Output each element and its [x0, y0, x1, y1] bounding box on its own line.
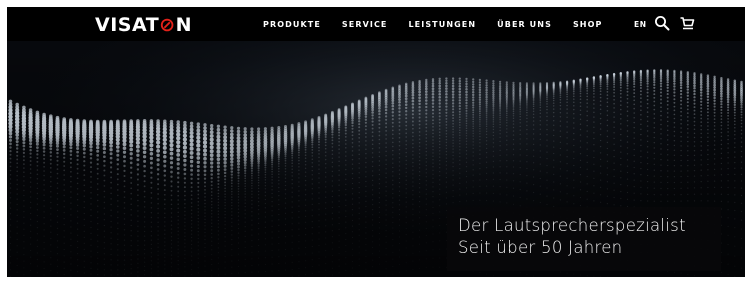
- top-navbar: VISAT ⊘ N PRODUKTE SERVICE LEISTUNGEN ÜB…: [7, 7, 745, 41]
- search-icon: [655, 16, 670, 31]
- cart-icon: [680, 17, 695, 30]
- visaton-logo[interactable]: VISAT ⊘ N: [95, 13, 192, 37]
- logo-text-prefix: VISAT: [95, 13, 160, 36]
- search-button[interactable]: [654, 15, 670, 31]
- hero-caption: Der Lautsprecherspezialist Seit über 50 …: [447, 207, 721, 271]
- page-frame: VISAT ⊘ N PRODUKTE SERVICE LEISTUNGEN ÜB…: [7, 7, 745, 277]
- logo-mark: ⊘: [159, 13, 176, 36]
- nav-item-produkte[interactable]: PRODUKTE: [263, 20, 321, 29]
- hero-headline: Der Lautsprecherspezialist: [458, 216, 686, 235]
- nav-item-service[interactable]: SERVICE: [342, 20, 388, 29]
- nav-item-leistungen[interactable]: LEISTUNGEN: [408, 20, 476, 29]
- nav-item-ueber-uns[interactable]: ÜBER UNS: [497, 20, 552, 29]
- language-switch[interactable]: EN: [634, 20, 647, 29]
- logo-text-suffix: N: [175, 13, 192, 36]
- cart-button[interactable]: [679, 15, 695, 31]
- main-nav: PRODUKTE SERVICE LEISTUNGEN ÜBER UNS SHO…: [263, 7, 623, 41]
- hero-banner: Der Lautsprecherspezialist Seit über 50 …: [7, 41, 745, 277]
- nav-item-shop[interactable]: SHOP: [573, 20, 603, 29]
- hero-subline: Seit über 50 Jahren: [458, 238, 623, 257]
